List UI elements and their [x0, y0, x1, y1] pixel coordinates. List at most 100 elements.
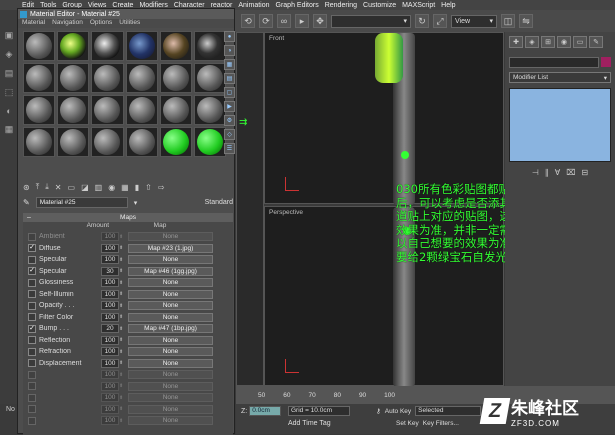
selected-dropdown[interactable]: Selected [415, 406, 482, 416]
map-enable-checkbox[interactable] [28, 405, 36, 414]
link-icon[interactable]: ⟲ [241, 14, 255, 28]
material-editor-menu-item[interactable]: Navigation [52, 19, 83, 28]
map-enable-checkbox[interactable] [28, 313, 36, 322]
tool-icon[interactable]: ◈ [6, 49, 13, 60]
options-icon[interactable]: ⚙ [224, 115, 235, 126]
map-enable-checkbox[interactable]: ✓ [28, 244, 36, 253]
move-icon[interactable]: ✥ [313, 14, 327, 28]
map-enable-checkbox[interactable] [28, 336, 36, 345]
sample-slot[interactable] [193, 31, 226, 61]
pin-stack-icon[interactable]: ⊣ [532, 168, 539, 177]
pick-material-icon[interactable]: ✎ [23, 198, 30, 207]
map-amount-field[interactable]: 30 [101, 266, 119, 276]
map-amount-field[interactable]: 100 [101, 301, 119, 311]
map-button[interactable]: None [128, 381, 213, 391]
sample-slot[interactable] [125, 63, 158, 93]
scale-icon[interactable]: ⤢ [433, 14, 447, 28]
sample-slot[interactable] [91, 63, 124, 93]
object-color-swatch[interactable] [601, 57, 611, 67]
bind-icon[interactable]: ∞ [277, 14, 291, 28]
make-preview-icon[interactable]: ▶ [224, 101, 235, 112]
copy-icon[interactable]: ▭ [68, 183, 76, 192]
sample-slot[interactable] [57, 63, 90, 93]
material-editor-menu-item[interactable]: Material [22, 19, 45, 28]
show-end-result-icon[interactable]: ∥ [545, 168, 549, 177]
sample-slot[interactable] [57, 95, 90, 125]
map-button[interactable]: Map #23 (1.jpg) [128, 243, 213, 253]
map-amount-field[interactable]: 100 [101, 404, 119, 414]
key-icon[interactable]: ⚷ [376, 407, 381, 415]
sample-slot[interactable] [193, 95, 226, 125]
map-button[interactable]: None [128, 416, 213, 426]
spinner-icon[interactable]: ⬍ [119, 337, 124, 343]
map-enable-checkbox[interactable]: ✓ [28, 324, 36, 333]
sample-slot[interactable] [125, 127, 158, 157]
tool-icon[interactable]: ▤ [5, 68, 14, 79]
front-viewport-label[interactable]: Front [269, 35, 284, 42]
spinner-icon[interactable]: ⬍ [119, 349, 124, 355]
sample-slot[interactable] [91, 95, 124, 125]
key-filters-button[interactable]: Key Filters... [423, 420, 459, 427]
map-button[interactable]: None [128, 347, 213, 357]
menu-item[interactable]: Animation [238, 2, 269, 9]
perspective-viewport-label[interactable]: Perspective [269, 209, 303, 216]
tool-icon[interactable]: ◐ [6, 106, 11, 116]
uv-tiling-icon[interactable]: ▤ [224, 73, 235, 84]
map-amount-field[interactable]: 100 [101, 347, 119, 357]
spinner-icon[interactable]: ⬍ [119, 418, 124, 424]
map-button[interactable]: Map #47 (1bp.jpg) [128, 324, 213, 334]
map-enable-checkbox[interactable]: ✓ [28, 267, 36, 276]
map-button[interactable]: None [128, 301, 213, 311]
sample-slot[interactable] [193, 127, 226, 157]
show-map-icon[interactable]: ▦ [121, 183, 129, 192]
map-enable-checkbox[interactable] [28, 359, 36, 368]
sample-slot[interactable] [23, 95, 56, 125]
make-unique-icon[interactable]: ∀ [555, 168, 560, 177]
add-time-tag-button[interactable]: Add Time Tag [288, 420, 331, 427]
map-button[interactable]: None [128, 393, 213, 403]
map-amount-field[interactable]: 100 [101, 370, 119, 380]
menu-item[interactable]: MAXScript [402, 2, 435, 9]
map-button[interactable]: None [128, 255, 213, 265]
map-enable-checkbox[interactable] [28, 416, 36, 425]
map-amount-field[interactable]: 100 [101, 393, 119, 403]
auto-key-button[interactable]: Auto Key [385, 408, 411, 415]
map-amount-field[interactable]: 100 [101, 416, 119, 426]
sample-slot[interactable] [125, 31, 158, 61]
sample-slot[interactable] [91, 127, 124, 157]
unlink-icon[interactable]: ⟳ [259, 14, 273, 28]
map-amount-field[interactable]: 100 [101, 243, 119, 253]
selection-filter-dropdown[interactable]: ▾ [331, 14, 411, 28]
put-library-icon[interactable]: ▥ [95, 183, 103, 192]
spinner-icon[interactable]: ⬍ [119, 395, 124, 401]
menu-item[interactable]: Help [441, 2, 455, 9]
map-button[interactable]: None [128, 278, 213, 288]
z-field[interactable]: 0.0cm [249, 406, 282, 416]
tool-icon[interactable]: ▣ [5, 30, 14, 41]
hierarchy-tab-icon[interactable]: ⊞ [541, 36, 555, 48]
modifier-stack[interactable] [509, 88, 611, 162]
display-tab-icon[interactable]: ▭ [573, 36, 587, 48]
map-amount-field[interactable]: 100 [101, 232, 119, 242]
map-enable-checkbox[interactable] [28, 393, 36, 402]
remove-modifier-icon[interactable]: ⌧ [566, 168, 575, 177]
spinner-icon[interactable]: ⬍ [119, 245, 124, 251]
map-amount-field[interactable]: 100 [101, 381, 119, 391]
modify-tab-icon[interactable]: ◈ [525, 36, 539, 48]
tool-icon[interactable]: ▦ [5, 124, 14, 135]
map-enable-checkbox[interactable] [28, 255, 36, 264]
spinner-icon[interactable]: ⬍ [119, 314, 124, 320]
material-name-dropdown-icon[interactable]: ▾ [134, 199, 138, 207]
rotate-icon[interactable]: ↻ [415, 14, 429, 28]
unique-icon[interactable]: ◪ [81, 183, 89, 192]
go-sibling-icon[interactable]: ⇨ [158, 183, 165, 192]
spinner-icon[interactable]: ⬍ [119, 360, 124, 366]
select-by-material-icon[interactable]: ◇ [224, 129, 235, 140]
map-button[interactable]: None [128, 312, 213, 322]
spinner-icon[interactable]: ⬍ [119, 291, 124, 297]
map-button[interactable]: None [128, 232, 213, 242]
sample-slot[interactable] [193, 63, 226, 93]
select-icon[interactable]: ▸ [295, 14, 309, 28]
menu-item[interactable]: Graph Editors [276, 2, 319, 9]
create-tab-icon[interactable]: ✚ [509, 36, 523, 48]
